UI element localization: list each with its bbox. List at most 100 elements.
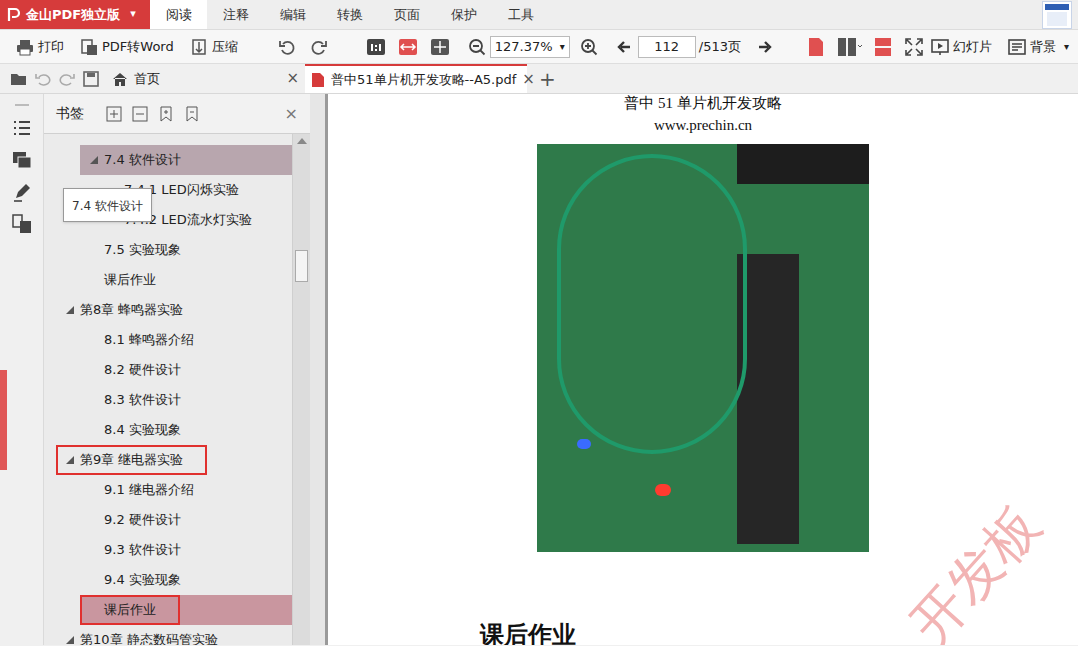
expand-toggle[interactable] [66, 456, 80, 464]
scroll-thumb[interactable] [295, 250, 308, 282]
single-page-icon[interactable] [807, 37, 825, 57]
redo-icon[interactable] [58, 71, 76, 87]
thumbnails-icon[interactable] [12, 150, 32, 170]
open-folder-icon[interactable] [10, 71, 28, 87]
background-button[interactable]: 背景▾ [1008, 37, 1069, 57]
annotation-pen-icon[interactable] [12, 182, 32, 202]
bookmark-item-outline: 8.1 蜂鸣器介绍 [80, 325, 218, 355]
bookmark-list-icon[interactable] [12, 118, 32, 138]
ribbon-tab[interactable]: 保护 [435, 0, 492, 29]
kingsoft-pdf-logo-icon [6, 7, 22, 23]
bookmark-label: 课后作业 [104, 270, 156, 290]
bookmark-item[interactable]: 9.1 继电器介绍 [44, 475, 292, 505]
bookmark-label: 8.4 实验现象 [104, 420, 181, 440]
page-input[interactable]: 112 [638, 36, 696, 58]
pdf-word-button[interactable]: PDF转Word [80, 37, 174, 57]
fit-page-icon[interactable] [430, 38, 450, 56]
grip-icon [15, 104, 29, 106]
ribbon-tab[interactable]: 注释 [207, 0, 264, 29]
bookmark-title: 书签 [56, 103, 84, 124]
bookmark-item-body: 课后作业 [80, 595, 292, 625]
double-page-icon[interactable] [837, 37, 863, 57]
background-arrow[interactable]: ▾ [1064, 39, 1069, 54]
ribbon-tab[interactable]: 页面 [378, 0, 435, 29]
bookmark-item[interactable]: 课后作业 [44, 595, 292, 625]
bookmark-item[interactable]: 8.3 软件设计 [44, 385, 292, 415]
previous-page-icon[interactable] [616, 39, 632, 55]
close-tab-button[interactable]: × [286, 67, 299, 90]
fullscreen-icon[interactable] [905, 38, 923, 56]
add-bookmark-icon[interactable] [158, 106, 174, 122]
rotate-right-icon[interactable] [310, 38, 328, 56]
bookmark-item[interactable]: 8.4 实验现象 [44, 415, 292, 445]
bookmark-tooltip: 7.4 软件设计 [63, 188, 152, 222]
zoom-out-icon[interactable] [468, 38, 486, 56]
bookmark-label: 9.2 硬件设计 [104, 510, 181, 530]
delete-bookmark-icon[interactable] [184, 106, 200, 122]
ribbon-tab[interactable]: 阅读 [150, 0, 207, 29]
bookmark-item[interactable]: 8.2 硬件设计 [44, 355, 292, 385]
app-menu-arrow[interactable]: ▾ [130, 6, 136, 23]
prechin-logo-icon [1042, 1, 1072, 29]
display-shape [737, 144, 869, 184]
ribbon-tab[interactable]: 工具 [492, 0, 549, 29]
close-tab-button[interactable]: × [522, 68, 535, 91]
bookmark-item[interactable]: 9.4 实验现象 [44, 565, 292, 595]
save-icon[interactable] [82, 71, 100, 87]
bookmark-item-outline: 第8章 蜂鸣器实验 [56, 295, 207, 325]
continuous-page-icon[interactable] [873, 37, 893, 57]
bookmark-label: 9.1 继电器介绍 [104, 480, 194, 500]
document-tab[interactable]: 普中51单片机开发攻略--A5.pdf× [305, 64, 527, 93]
panel-splitter[interactable] [310, 94, 328, 645]
actual-size-icon[interactable] [366, 38, 386, 56]
slideshow-button[interactable]: 幻灯片 [931, 37, 992, 57]
expand-toggle[interactable] [90, 156, 104, 164]
bookmark-item-body: 第8章 蜂鸣器实验 [56, 295, 207, 325]
document-tab[interactable]: 首页× [106, 64, 305, 93]
bookmark-item[interactable]: 第10章 静态数码管实验 [44, 625, 292, 645]
next-page-icon[interactable] [757, 39, 773, 55]
expanded-triangle-icon [66, 456, 74, 464]
undo-icon[interactable] [34, 71, 52, 87]
ribbon-tab-label: 工具 [508, 5, 534, 25]
app-menu[interactable]: 金山PDF独立版▾ [0, 0, 150, 29]
expand-toggle[interactable] [66, 636, 80, 644]
expanded-triangle-icon [66, 306, 74, 314]
quick-actions [0, 64, 106, 93]
bookmark-item[interactable]: 9.3 软件设计 [44, 535, 292, 565]
ribbon-tab[interactable]: 转换 [321, 0, 378, 29]
compress-button[interactable]: 压缩 [190, 37, 238, 57]
new-tab-button[interactable]: + [539, 64, 556, 93]
page-total: /513页 [699, 37, 741, 57]
toolbar: 打印 PDF转Word 压缩 127.37%▾ 112/513页 幻灯片背景▾ [0, 30, 1078, 64]
bookmark-item[interactable]: 课后作业 [44, 265, 292, 295]
bookmark-item[interactable]: 第9章 继电器实验 [44, 445, 292, 475]
bookmark-item[interactable]: 9.2 硬件设计 [44, 505, 292, 535]
bookmark-item[interactable]: 8.1 蜂鸣器介绍 [44, 325, 292, 355]
rotate-left-icon[interactable] [278, 38, 296, 56]
page-url: www.prechin.cn [654, 116, 752, 134]
zoom-dropdown[interactable]: 127.37%▾ [490, 36, 570, 58]
bookmark-item-body: 8.2 硬件设计 [80, 355, 205, 385]
expand-all-icon[interactable] [106, 106, 122, 122]
fit-width-icon[interactable] [398, 38, 418, 56]
collapse-all-icon[interactable] [132, 106, 148, 122]
bookmark-item[interactable]: 第8章 蜂鸣器实验 [44, 295, 292, 325]
printer-button[interactable]: 打印 [16, 37, 64, 57]
collapse-tab[interactable] [0, 370, 7, 470]
convert-word-icon[interactable] [12, 214, 32, 234]
background-icon [1008, 38, 1026, 56]
bookmark-label: 7.5 实验现象 [104, 240, 181, 260]
scrollbar[interactable] [292, 134, 310, 645]
compress-icon [190, 38, 208, 56]
ribbon-tab[interactable]: 编辑 [264, 0, 321, 29]
bookmark-item[interactable]: 7.5 实验现象 [44, 235, 292, 265]
page-header: 普中 51 单片机开发攻略 [624, 94, 782, 112]
expand-toggle[interactable] [66, 306, 80, 314]
zoom-dropdown-arrow: ▾ [560, 39, 565, 54]
close-panel-button[interactable]: × [285, 102, 298, 126]
bookmark-label: 9.4 实验现象 [104, 570, 181, 590]
bookmark-item-body: 7.5 实验现象 [80, 235, 205, 265]
bookmark-item[interactable]: 7.4 软件设计 [44, 145, 292, 175]
zoom-in-icon[interactable] [580, 38, 598, 56]
